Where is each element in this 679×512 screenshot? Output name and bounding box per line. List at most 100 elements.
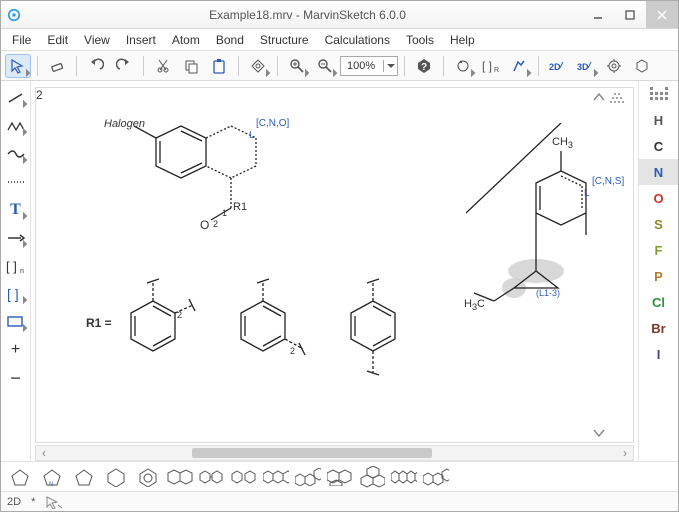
menu-insert[interactable]: Insert: [119, 31, 163, 49]
clean-3d-button[interactable]: 3D: [573, 54, 599, 78]
atom-cl[interactable]: Cl: [639, 289, 678, 315]
tpl-naphthalene[interactable]: [167, 466, 193, 488]
drawing-canvas[interactable]: Halogen [C,N,O] L R1 1 2 O R1 = 2 2 2: [35, 87, 634, 443]
atom-i[interactable]: I: [639, 341, 678, 367]
atom-f[interactable]: F: [639, 237, 678, 263]
template-toolbar: N: [1, 461, 678, 491]
label-r1: R1: [233, 201, 247, 213]
scroll-left-button[interactable]: ‹: [36, 446, 52, 460]
menu-view[interactable]: View: [77, 31, 117, 49]
undo-button[interactable]: [83, 54, 109, 78]
tpl-benzene[interactable]: [135, 466, 161, 488]
tpl-pentagon[interactable]: [71, 466, 97, 488]
bracket-tool[interactable]: [ ]: [4, 283, 28, 305]
menu-help[interactable]: Help: [443, 31, 482, 49]
svg-text:?: ?: [421, 62, 427, 73]
menu-tools[interactable]: Tools: [399, 31, 441, 49]
svg-text:3D: 3D: [577, 62, 589, 72]
maximize-button[interactable]: [614, 1, 646, 28]
zoom-level[interactable]: 100%: [340, 56, 398, 76]
transform-tool[interactable]: [245, 54, 271, 78]
label-a2a: 2: [177, 310, 182, 320]
atom-p[interactable]: P: [639, 263, 678, 289]
zoom-in-button[interactable]: [284, 54, 310, 78]
label-attach-1: 1: [222, 208, 227, 218]
menu-edit[interactable]: Edit: [40, 31, 75, 49]
svg-text:2D: 2D: [549, 62, 561, 72]
tpl-phenanthrene[interactable]: [295, 466, 321, 488]
curve-tool[interactable]: [4, 143, 28, 165]
label-a2b: 2: [290, 346, 295, 356]
erase-tool[interactable]: [44, 54, 70, 78]
scroll-thumb[interactable]: [192, 448, 432, 458]
atom-h[interactable]: H: [639, 107, 678, 133]
atom-s[interactable]: S: [639, 211, 678, 237]
structure-r1-ortho: [111, 273, 201, 383]
scroll-down-icon[interactable]: [593, 428, 605, 438]
tpl-tricyclic-a[interactable]: [327, 466, 353, 488]
settings-icon[interactable]: [601, 54, 627, 78]
label-link-l2: L: [584, 188, 590, 199]
tpl-tetracene[interactable]: [391, 466, 417, 488]
bracket-n-tool[interactable]: [ ]n: [4, 255, 28, 277]
clean-2d-button[interactable]: 2D: [545, 54, 571, 78]
rectangle-tool[interactable]: [4, 311, 28, 333]
menu-structure[interactable]: Structure: [253, 31, 316, 49]
menu-atom[interactable]: Atom: [165, 31, 207, 49]
atom-o[interactable]: O: [639, 185, 678, 211]
tpl-cyclopentane[interactable]: [7, 466, 33, 488]
help-button[interactable]: ?: [411, 54, 437, 78]
status-mode[interactable]: 2D: [7, 496, 21, 508]
label-r1-equal: R1 =: [86, 316, 112, 330]
structure-r1-meta: [221, 273, 321, 393]
scroll-right-button[interactable]: ›: [617, 446, 633, 460]
zoom-out-button[interactable]: [312, 54, 338, 78]
atom-c[interactable]: C: [639, 133, 678, 159]
arrow-tool[interactable]: [4, 227, 28, 249]
atom-br[interactable]: Br: [639, 315, 678, 341]
tpl-biphenyl[interactable]: [199, 466, 225, 488]
radical-tool[interactable]: [450, 54, 476, 78]
label-l13: (L1-3): [536, 288, 560, 298]
tpl-anthracene[interactable]: [263, 466, 289, 488]
menu-file[interactable]: File: [5, 31, 38, 49]
horizontal-scrollbar: ‹ ›: [35, 445, 634, 461]
tpl-triphenylene[interactable]: [359, 466, 385, 488]
rgroup-tool[interactable]: [ ]R: [478, 54, 504, 78]
selection-tool[interactable]: [5, 54, 31, 78]
status-selection-icon[interactable]: [45, 495, 63, 509]
atom-n[interactable]: N: [639, 159, 678, 185]
menu-bar: File Edit View Insert Atom Bond Structur…: [1, 29, 678, 51]
redo-button[interactable]: [111, 54, 137, 78]
label-o-atom: O: [200, 218, 209, 232]
status-bar: 2D *: [1, 491, 678, 511]
svg-text:R: R: [494, 67, 499, 74]
cut-button[interactable]: [150, 54, 176, 78]
charge-minus-tool[interactable]: −: [4, 367, 28, 389]
tpl-chrysene[interactable]: [423, 466, 449, 488]
menu-calculations[interactable]: Calculations: [318, 31, 397, 49]
tpl-cyclohexane[interactable]: [103, 466, 129, 488]
scroll-track[interactable]: [52, 446, 617, 460]
menu-bond[interactable]: Bond: [209, 31, 251, 49]
text-tool[interactable]: T: [4, 199, 28, 221]
tpl-pyrrolidine[interactable]: N: [39, 466, 65, 488]
dotted-tool[interactable]: [4, 171, 28, 193]
page-marker-icon: [609, 92, 627, 106]
single-bond-tool[interactable]: [4, 87, 28, 109]
structure-r1-para: [331, 273, 411, 413]
close-button[interactable]: [646, 1, 678, 28]
markush-tool[interactable]: [506, 54, 532, 78]
charge-plus-tool[interactable]: +: [4, 339, 28, 361]
paste-button[interactable]: [206, 54, 232, 78]
left-toolbar: T [ ]n [ ] + −: [1, 81, 31, 461]
chain-tool[interactable]: [4, 115, 28, 137]
scroll-up-icon[interactable]: [593, 92, 605, 102]
svg-text:n: n: [20, 268, 24, 274]
benzene-shortcut[interactable]: [629, 54, 655, 78]
periodic-table-icon[interactable]: [650, 87, 668, 103]
minimize-button[interactable]: [582, 1, 614, 28]
tpl-bicyclohexyl[interactable]: [231, 466, 257, 488]
copy-button[interactable]: [178, 54, 204, 78]
label-cno-list: [C,N,O]: [256, 118, 289, 129]
